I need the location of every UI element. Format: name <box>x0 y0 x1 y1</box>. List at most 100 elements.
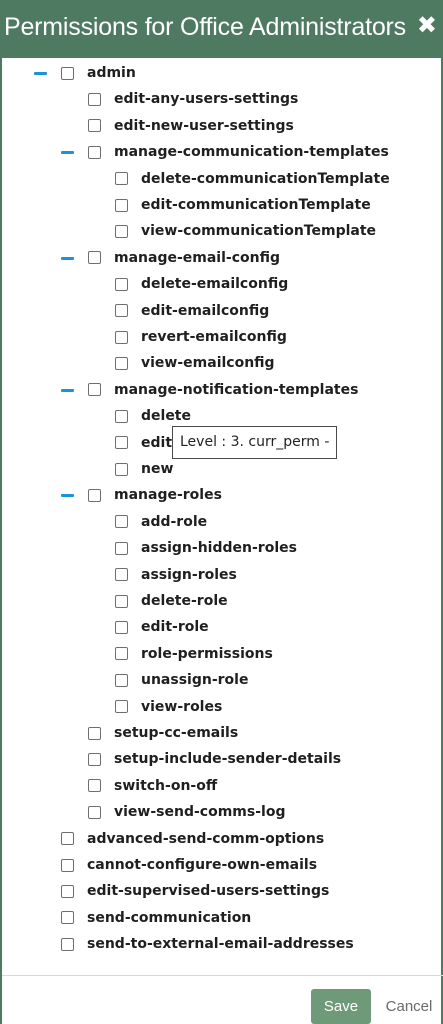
tree-item: role-permissions <box>115 642 273 666</box>
permission-label: view-communicationTemplate <box>141 223 377 240</box>
permission-checkbox[interactable] <box>61 911 74 925</box>
permission-checkbox[interactable] <box>61 66 74 80</box>
permission-label: delete <box>141 408 191 425</box>
permission-label: role-permissions <box>141 645 273 662</box>
permission-checkbox[interactable] <box>115 700 128 714</box>
permission-checkbox[interactable] <box>115 541 128 555</box>
tree-item: send-communication <box>61 906 251 930</box>
permission-checkbox[interactable] <box>115 172 128 186</box>
collapse-minus-icon[interactable] <box>34 72 47 75</box>
permission-checkbox[interactable] <box>88 488 101 502</box>
permission-checkbox[interactable] <box>88 752 101 766</box>
tree-item: advanced-send-comm-options <box>61 827 324 851</box>
permission-label: setup-include-sender-details <box>114 751 342 768</box>
permission-checkbox[interactable] <box>115 462 128 476</box>
permission-checkbox[interactable] <box>115 515 128 529</box>
permissions-dialog: Permissions for Office Administrators ✖ … <box>0 0 443 1024</box>
permission-label: delete-emailconfig <box>141 276 289 293</box>
tree-item: edit-emailconfig <box>115 299 269 323</box>
permission-label: edit-communicationTemplate <box>141 197 371 213</box>
permission-checkbox[interactable] <box>115 277 128 291</box>
tree-item: assign-roles <box>115 563 237 587</box>
tree-item: unassign-role <box>115 668 248 692</box>
permission-checkbox[interactable] <box>88 92 101 106</box>
permission-label: edit-role <box>141 619 209 636</box>
footer-divider <box>2 975 443 976</box>
tree-item: cannot-configure-own-emails <box>61 853 317 877</box>
permission-label: delete-role <box>141 593 228 609</box>
permission-checkbox[interactable] <box>61 884 74 898</box>
permission-label: admin <box>87 65 136 81</box>
tree-item: view-send-comms-log <box>88 800 285 824</box>
permission-checkbox[interactable] <box>115 304 128 318</box>
tree-item: delete-role <box>115 589 228 613</box>
permission-checkbox[interactable] <box>115 356 128 370</box>
permission-label: assign-roles <box>141 566 237 583</box>
tree-item: edit-new-user-settings <box>88 114 294 138</box>
permission-label: edit-supervised-users-settings <box>87 883 330 900</box>
dialog-title: Permissions for Office Administrators <box>4 13 406 41</box>
permission-checkbox[interactable] <box>115 198 128 212</box>
permission-checkbox[interactable] <box>115 409 128 423</box>
tree-item: manage-roles <box>61 483 222 507</box>
close-icon[interactable]: ✖ <box>417 13 437 37</box>
tree-item: setup-cc-emails <box>88 721 238 745</box>
permission-label: assign-hidden-roles <box>141 540 297 557</box>
tree-item: view-roles <box>115 695 222 719</box>
permission-checkbox[interactable] <box>61 937 74 951</box>
tree-item: edit-supervised-users-settings <box>61 879 329 903</box>
tree-item: switch-on-off <box>88 774 217 798</box>
tree-item: delete <box>115 404 191 428</box>
dialog-header: Permissions for Office Administrators ✖ <box>2 0 443 58</box>
permission-label: cannot-configure-own-emails <box>87 857 318 873</box>
permission-checkbox[interactable] <box>88 726 101 740</box>
tree-item: edit-any-users-settings <box>88 87 298 111</box>
tree-item: add-role <box>115 510 207 534</box>
permission-label: setup-cc-emails <box>114 725 239 741</box>
permission-checkbox[interactable] <box>115 224 128 238</box>
permission-label: edit-emailconfig <box>141 302 270 319</box>
tree-item: manage-notification-templates <box>61 378 358 402</box>
collapse-minus-icon[interactable] <box>61 388 74 392</box>
permission-checkbox[interactable] <box>115 594 128 608</box>
permission-label: manage-roles <box>114 487 222 504</box>
permission-label: manage-email-config <box>114 249 280 266</box>
permission-checkbox[interactable] <box>88 779 101 793</box>
permission-label: switch-on-off <box>114 777 218 794</box>
permission-checkbox[interactable] <box>61 832 74 846</box>
permission-checkbox[interactable] <box>115 673 128 687</box>
tree-item: delete-communicationTemplate <box>115 167 390 191</box>
collapse-minus-icon[interactable] <box>61 256 74 260</box>
permission-checkbox[interactable] <box>115 647 128 661</box>
collapse-minus-icon[interactable] <box>61 494 74 498</box>
tree-item: send-to-external-email-addresses <box>61 932 354 956</box>
permission-checkbox[interactable] <box>88 251 101 265</box>
permission-checkbox[interactable] <box>115 620 128 634</box>
permission-checkbox[interactable] <box>115 436 128 450</box>
tooltip: Level : 3. curr_perm - <box>172 426 337 459</box>
tree-item: manage-email-config <box>61 246 280 270</box>
tree-item: assign-hidden-roles <box>115 536 297 560</box>
permission-label: edit-new-user-settings <box>114 117 294 134</box>
permission-checkbox[interactable] <box>115 330 128 344</box>
tree-item: edit-communicationTemplate <box>115 193 371 217</box>
tree-item: view-communicationTemplate <box>115 219 376 243</box>
permission-checkbox[interactable] <box>61 858 74 872</box>
collapse-minus-icon[interactable] <box>61 151 74 155</box>
permission-checkbox[interactable] <box>88 119 101 133</box>
cancel-button[interactable]: Cancel <box>380 989 438 1024</box>
save-button[interactable]: Save <box>311 989 371 1024</box>
permission-checkbox[interactable] <box>88 805 101 819</box>
permission-checkbox[interactable] <box>88 145 101 159</box>
permission-label: revert-emailconfig <box>141 329 287 345</box>
permission-label: send-communication <box>87 909 252 926</box>
permission-checkbox[interactable] <box>115 568 128 582</box>
permission-label: view-emailconfig <box>141 355 275 372</box>
permission-label: add-role <box>141 513 208 530</box>
permission-checkbox[interactable] <box>88 383 101 397</box>
tree-item: delete-emailconfig <box>115 272 288 296</box>
permission-label: delete-communicationTemplate <box>141 170 390 187</box>
permission-label: manage-communication-templates <box>114 144 389 161</box>
tree-item: admin <box>34 61 136 85</box>
tree-item: manage-communication-templates <box>61 140 389 164</box>
